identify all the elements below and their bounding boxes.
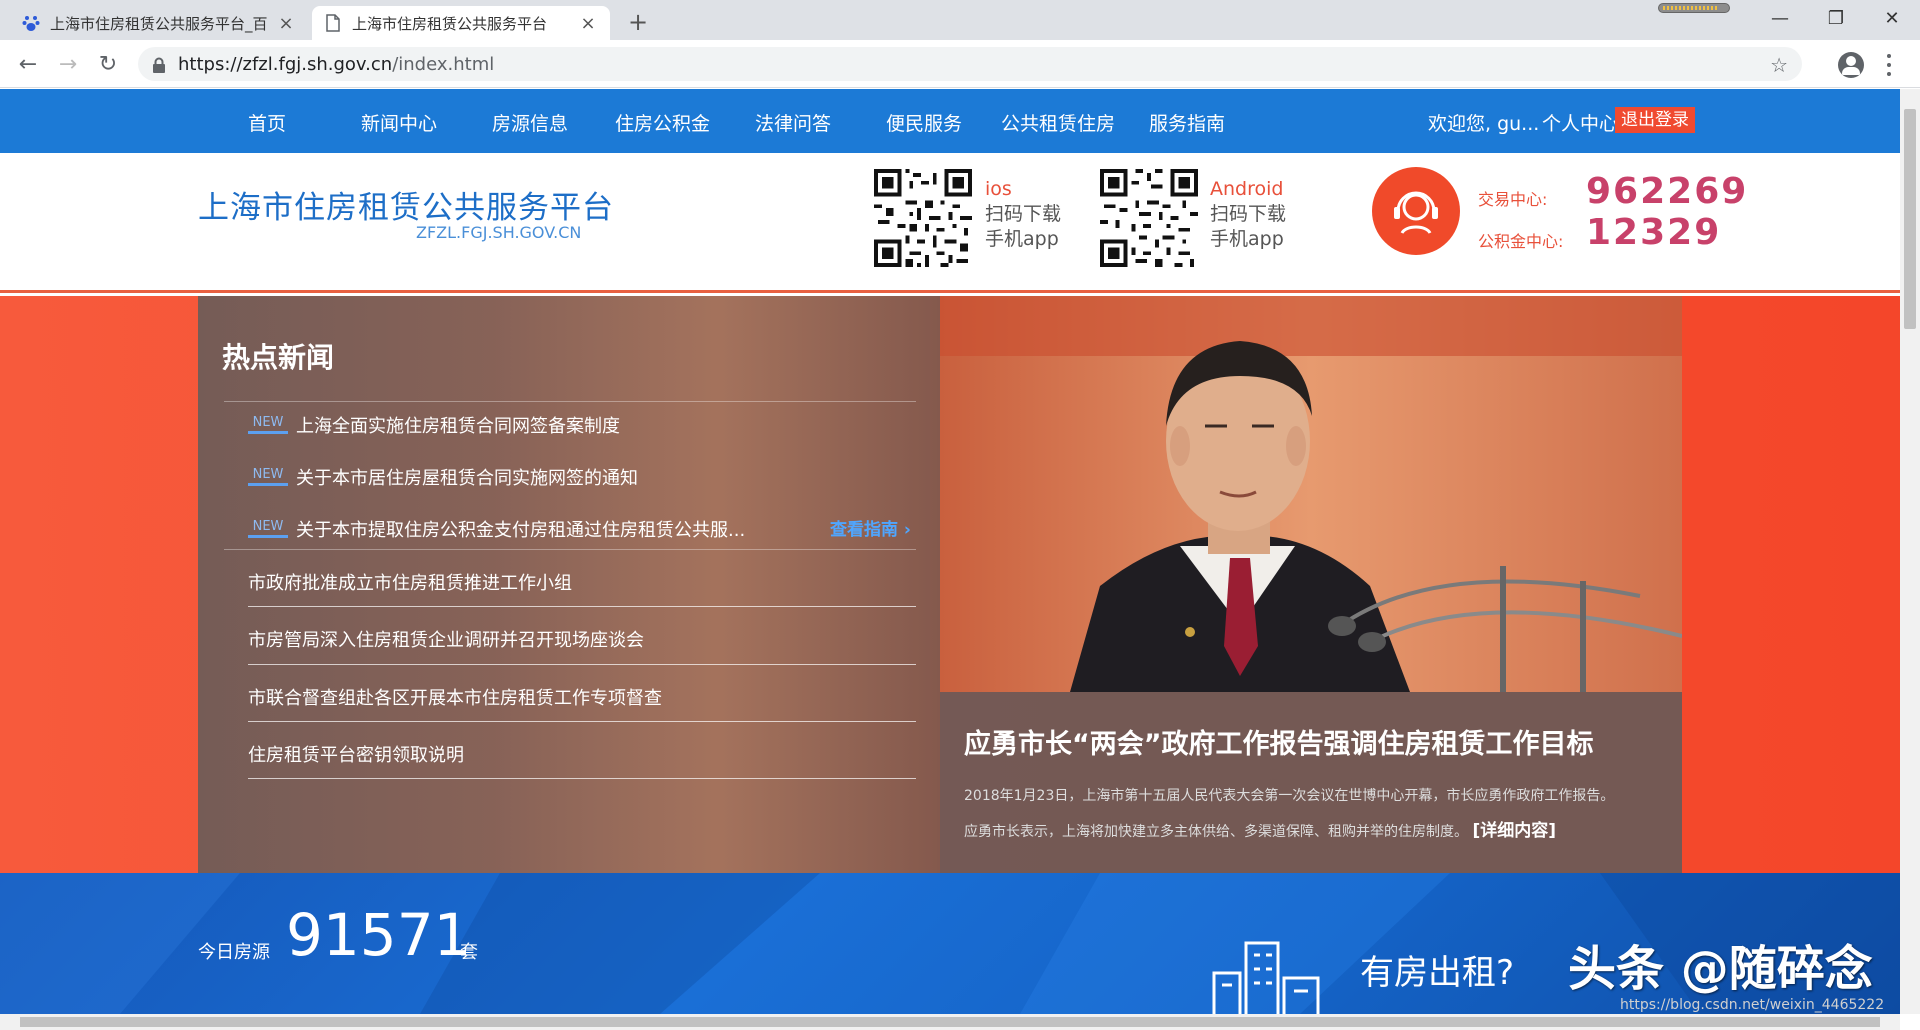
today-listings-label: 今日房源: [198, 942, 270, 963]
browser-tab-inactive[interactable]: 上海市住房租赁公共服务平台_百 ×: [10, 6, 308, 40]
menu-kebab-icon[interactable]: [1886, 52, 1892, 78]
nav-law[interactable]: 法律问答: [755, 109, 831, 136]
page-viewport: 首页 新闻中心 房源信息 住房公积金 法律问答 便民服务 公共租赁住房 服务指南…: [0, 89, 1900, 1014]
document-icon: [324, 14, 342, 32]
download-hint-2: 手机app: [985, 228, 1059, 250]
forward-arrow-icon[interactable]: →: [52, 48, 84, 80]
tab-title: 上海市住房租赁公共服务平台: [352, 14, 548, 33]
read-more-link[interactable]: [详细内容]: [1472, 821, 1556, 841]
reload-icon[interactable]: ↻: [92, 48, 124, 80]
nav-guide[interactable]: 服务指南: [1149, 109, 1225, 136]
download-hint-2: 手机app: [1210, 228, 1284, 250]
nav-home[interactable]: 首页: [248, 109, 286, 136]
new-badge: NEW: [248, 414, 288, 434]
qr-code-android: [1100, 169, 1198, 267]
news-item-underline: [248, 778, 916, 779]
site-title[interactable]: 上海市住房租赁公共服务平台: [198, 182, 614, 227]
news-new-item[interactable]: 关于本市居住房屋租赁合同实施网签的通知: [296, 464, 638, 490]
os-label: ios: [985, 178, 1012, 200]
news-divider: [224, 549, 916, 550]
vertical-scrollbar[interactable]: [1900, 89, 1920, 1014]
feature-summary-1: 2018年1月23日，上海市第十五届人民代表大会第一次会议在世博中心开幕，市长应…: [964, 788, 1615, 804]
browser-tab-active[interactable]: 上海市住房租赁公共服务平台 ×: [312, 6, 610, 40]
download-hint: 扫码下载: [985, 203, 1062, 225]
app-download-ios[interactable]: ios 扫码下载 手机app: [985, 177, 1061, 252]
news-item-underline: [248, 721, 916, 722]
hotline-label-fund: 公积金中心:: [1478, 232, 1564, 251]
nav-fund[interactable]: 住房公积金: [615, 109, 710, 136]
nav-public-rental[interactable]: 公共租赁住房: [1001, 109, 1115, 136]
hotline-number-trade: 962269: [1586, 171, 1749, 212]
nav-service[interactable]: 便民服务: [886, 109, 962, 136]
watermark-url: https://blog.csdn.net/weixin_4465222: [1620, 997, 1885, 1013]
watermark-text: 头条 @随碎念: [1568, 941, 1873, 997]
lock-icon: [152, 57, 166, 73]
feature-summary-2-text: 应勇市长表示，上海将加快建立多主体供给、多渠道保障、租购并举的住房制度。: [964, 824, 1468, 840]
hero-banner: 热点新闻 NEW 上海全面实施住房租赁合同网签备案制度 NEW 关于本市居住房屋…: [0, 296, 1900, 873]
news-new-item[interactable]: 关于本市提取住房公积金支付房租通过住房租赁公共服...: [296, 516, 745, 542]
news-item[interactable]: 市房管局深入住房租赁企业调研并召开现场座谈会: [248, 626, 644, 652]
bookmark-star-icon[interactable]: ☆: [1770, 53, 1788, 77]
view-guide-label: 查看指南: [830, 520, 898, 540]
qr-code-ios: [874, 169, 972, 267]
tab-strip: 上海市住房租赁公共服务平台_百 × 上海市住房租赁公共服务平台 × + — ❐ …: [0, 0, 1920, 40]
nav-housing[interactable]: 房源信息: [492, 109, 568, 136]
new-tab-button[interactable]: +: [624, 8, 652, 36]
today-listings-unit: 套: [460, 942, 478, 963]
hotline-label-trade: 交易中心:: [1478, 190, 1548, 209]
minimize-icon[interactable]: —: [1752, 0, 1808, 36]
headset-icon: [1372, 167, 1460, 255]
feature-title[interactable]: 应勇市长“两会”政府工作报告强调住房租赁工作目标: [964, 722, 1594, 761]
nav-news[interactable]: 新闻中心: [361, 109, 437, 136]
url-text: https://zfzl.fgj.sh.gov.cn/index.html: [178, 54, 494, 75]
extension-indicator: [1658, 3, 1730, 13]
view-guide-link[interactable]: 查看指南 ›: [830, 515, 911, 540]
rent-out-prompt[interactable]: 有房出租?: [1360, 945, 1514, 994]
hot-news-panel: 热点新闻 NEW 上海全面实施住房租赁合同网签备案制度 NEW 关于本市居住房屋…: [198, 296, 940, 873]
tab-title: 上海市住房租赁公共服务平台_百: [50, 14, 268, 33]
news-item[interactable]: 住房租赁平台密钥领取说明: [248, 741, 464, 767]
window-close-icon[interactable]: ✕: [1864, 0, 1920, 36]
scrollbar-thumb[interactable]: [1904, 109, 1916, 329]
restore-icon[interactable]: ❐: [1808, 0, 1864, 36]
news-new-item[interactable]: 上海全面实施住房租赁合同网签备案制度: [296, 412, 620, 438]
download-hint: 扫码下载: [1210, 203, 1287, 225]
news-item-underline: [248, 606, 916, 607]
app-download-android[interactable]: Android 扫码下载 手机app: [1210, 177, 1286, 252]
news-item[interactable]: 市联合督查组赴各区开展本市住房租赁工作专项督查: [248, 684, 662, 710]
hotline-number-fund: 12329: [1586, 212, 1722, 253]
today-listings-count: 91571: [286, 901, 471, 969]
building-icon: [1212, 941, 1320, 1014]
new-badge: NEW: [248, 466, 288, 486]
browser-toolbar: ← → ↻ https://zfzl.fgj.sh.gov.cn/index.h…: [0, 40, 1920, 88]
site-domain: ZFZL.FGJ.SH.GOV.CN: [416, 223, 582, 242]
feature-photo[interactable]: [940, 296, 1682, 692]
logout-button[interactable]: 退出登录: [1615, 107, 1695, 133]
url-path: /index.html: [392, 53, 495, 75]
news-item-underline: [248, 664, 916, 665]
paw-icon: [22, 14, 40, 32]
user-center-link[interactable]: 个人中心: [1542, 109, 1618, 136]
site-header: 上海市住房租赁公共服务平台 ZFZL.FGJ.SH.GOV.CN ios 扫码下…: [0, 153, 1900, 293]
horizontal-scrollbar[interactable]: [0, 1014, 1900, 1030]
address-bar[interactable]: https://zfzl.fgj.sh.gov.cn/index.html ☆: [138, 47, 1802, 81]
close-icon[interactable]: ×: [578, 13, 598, 34]
os-label: Android: [1210, 178, 1284, 200]
news-divider: [224, 401, 916, 402]
close-icon[interactable]: ×: [276, 13, 296, 34]
welcome-text: 欢迎您, gu...: [1428, 113, 1540, 135]
chevron-right-icon: ›: [903, 520, 911, 540]
site-nav: 首页 新闻中心 房源信息 住房公积金 法律问答 便民服务 公共租赁住房 服务指南…: [0, 89, 1900, 153]
new-badge: NEW: [248, 518, 288, 538]
scrollbar-thumb[interactable]: [20, 1017, 1880, 1027]
back-arrow-icon[interactable]: ←: [12, 48, 44, 80]
feature-caption: 应勇市长“两会”政府工作报告强调住房租赁工作目标 2018年1月23日，上海市第…: [940, 692, 1682, 873]
url-host: https://zfzl.fgj.sh.gov.cn: [178, 53, 393, 75]
account-icon[interactable]: [1838, 52, 1864, 78]
hot-news-heading: 热点新闻: [222, 341, 335, 374]
feature-summary-2: 应勇市长表示，上海将加快建立多主体供给、多渠道保障、租购并举的住房制度。 [详细…: [964, 816, 1556, 841]
news-item[interactable]: 市政府批准成立市住房租赁推进工作小组: [248, 569, 572, 595]
